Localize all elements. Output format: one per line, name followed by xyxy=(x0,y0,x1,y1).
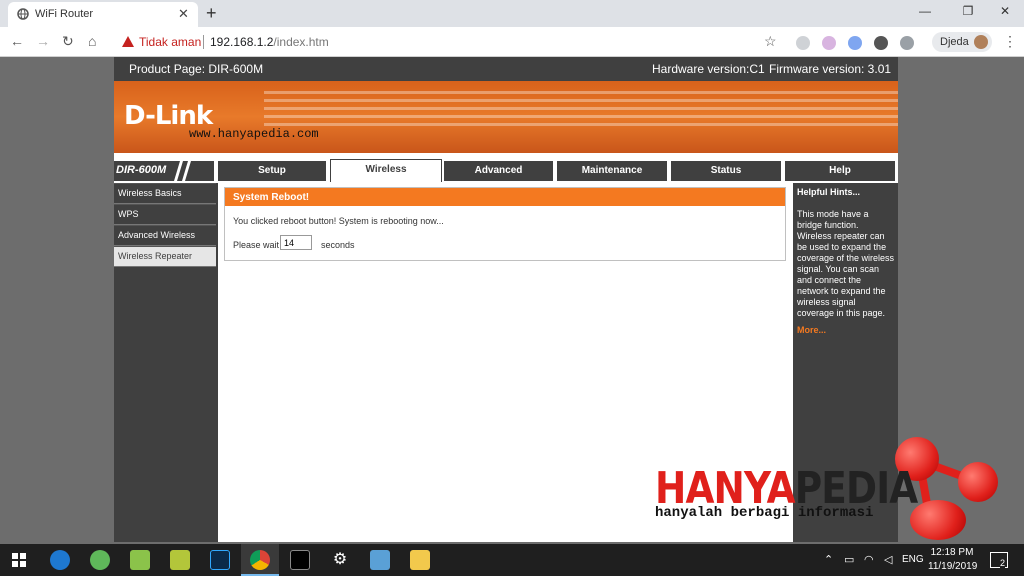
main-nav: DIR-600M Setup Wireless Advanced Mainten… xyxy=(114,153,898,183)
tab-wireless[interactable]: Wireless xyxy=(330,159,442,182)
maximize-button[interactable]: ❐ xyxy=(951,4,985,18)
nav-wireless-repeater[interactable]: Wireless Repeater xyxy=(114,246,216,267)
extension-icon[interactable] xyxy=(848,36,862,50)
clock-time[interactable]: 12:18 PM xyxy=(928,547,976,558)
url-text[interactable]: 192.168.1.2/index.htm xyxy=(210,35,329,49)
profile-name: Djeda xyxy=(940,36,969,48)
edge-icon[interactable] xyxy=(50,550,70,570)
avatar xyxy=(974,35,988,49)
android-icon[interactable] xyxy=(130,550,150,570)
countdown-field[interactable] xyxy=(280,235,312,250)
menu-kebab-icon[interactable]: ⋮ xyxy=(1003,33,1017,50)
watermark-url: www.hanyapedia.com xyxy=(189,127,319,141)
wifi-icon[interactable]: ◠ xyxy=(864,553,874,566)
extension-icon[interactable] xyxy=(796,36,810,50)
battery-icon[interactable]: ▭ xyxy=(844,553,854,566)
molecule-icon xyxy=(958,462,998,502)
close-window-button[interactable]: ✕ xyxy=(988,4,1022,18)
model-badge: DIR-600M xyxy=(114,161,214,181)
stripes-icon xyxy=(174,161,191,181)
taskbar: ⚙ ⌃ ▭ ◠ ◁ ENG 12:18 PM 11/19/2019 2 xyxy=(0,544,1024,576)
tab-maintenance[interactable]: Maintenance xyxy=(557,161,667,181)
chevron-up-icon[interactable]: ⌃ xyxy=(824,553,833,566)
hanyapedia-tagline: hanyalah berbagi informasi xyxy=(655,505,874,521)
folder-icon[interactable] xyxy=(410,550,430,570)
reboot-panel: System Reboot! You clicked reboot button… xyxy=(224,187,786,261)
browser-tab[interactable]: WiFi Router ✕ xyxy=(8,2,198,27)
firmware-version: Firmware version: 3.01 xyxy=(769,62,892,76)
app-icon[interactable] xyxy=(90,550,110,570)
nav-wps[interactable]: WPS xyxy=(114,204,216,225)
seconds-label: seconds xyxy=(321,240,355,250)
left-nav: Wireless Basics WPS Advanced Wireless Wi… xyxy=(114,183,218,542)
nav-advanced-wireless[interactable]: Advanced Wireless xyxy=(114,225,216,246)
globe-icon xyxy=(17,8,29,20)
minimize-button[interactable]: — xyxy=(908,4,942,18)
app-icon[interactable] xyxy=(370,550,390,570)
address-toolbar: ← → ↻ ⌂ Tidak aman 192.168.1.2/index.htm… xyxy=(0,27,1024,57)
gear-icon[interactable]: ⚙ xyxy=(330,550,350,570)
tab-status[interactable]: Status xyxy=(671,161,781,181)
wait-label: Please wait xyxy=(233,240,280,250)
clock-date[interactable]: 11/19/2019 xyxy=(928,561,977,572)
app-icon[interactable] xyxy=(170,550,190,570)
notification-count: 2 xyxy=(1000,558,1006,568)
reboot-message: You clicked reboot button! System is reb… xyxy=(233,216,444,226)
molecule-icon xyxy=(910,500,966,540)
security-label[interactable]: Tidak aman xyxy=(139,35,201,49)
new-tab-button[interactable]: + xyxy=(206,3,217,24)
tab-setup[interactable]: Setup xyxy=(218,161,326,181)
product-label: Product Page: DIR-600M xyxy=(129,62,264,76)
panel-title: System Reboot! xyxy=(233,192,310,203)
bookmark-star-icon[interactable]: ☆ xyxy=(764,33,777,50)
hints-body: This mode have a bridge function. Wirele… xyxy=(797,209,895,318)
profile-chip[interactable]: Djeda xyxy=(932,32,992,52)
browser-tab-strip: WiFi Router ✕ + — ❐ ✕ xyxy=(0,0,1024,27)
notification-icon[interactable] xyxy=(990,552,1008,568)
divider xyxy=(203,35,204,49)
more-link[interactable]: More... xyxy=(797,325,826,335)
close-tab-icon[interactable]: ✕ xyxy=(178,6,189,22)
nav-label: WPS xyxy=(118,209,139,219)
back-arrow-icon[interactable]: ← xyxy=(10,33,24,49)
extension-icon[interactable] xyxy=(874,36,888,50)
nav-label: Advanced Wireless xyxy=(118,230,196,240)
chrome-icon[interactable] xyxy=(250,550,270,570)
hints-title: Helpful Hints... xyxy=(797,187,860,197)
warning-icon xyxy=(122,36,134,47)
product-bar: Product Page: DIR-600M Hardware version:… xyxy=(114,57,898,81)
hardware-version: Hardware version:C1 xyxy=(652,62,765,76)
nav-label: Wireless Basics xyxy=(118,188,182,198)
model-label: DIR-600M xyxy=(116,164,167,176)
tab-help[interactable]: Help xyxy=(785,161,895,181)
extension-icon[interactable] xyxy=(822,36,836,50)
nav-wireless-basics[interactable]: Wireless Basics xyxy=(114,183,216,204)
extension-icon[interactable] xyxy=(900,36,914,50)
forward-arrow-icon[interactable]: → xyxy=(36,33,50,49)
volume-icon[interactable]: ◁ xyxy=(884,553,892,566)
tab-title: WiFi Router xyxy=(35,8,94,20)
tab-advanced[interactable]: Advanced xyxy=(444,161,553,181)
windows-start-icon[interactable] xyxy=(12,553,26,567)
terminal-icon[interactable] xyxy=(290,550,310,570)
url-path: /index.htm xyxy=(273,35,329,49)
photoshop-icon[interactable] xyxy=(210,550,230,570)
reload-icon[interactable]: ↻ xyxy=(62,33,74,50)
home-icon[interactable]: ⌂ xyxy=(88,33,96,49)
brand-banner: D-Link www.hanyapedia.com xyxy=(114,81,898,153)
panel-header: System Reboot! xyxy=(225,188,785,206)
language-indicator[interactable]: ENG xyxy=(902,554,924,565)
nav-label: Wireless Repeater xyxy=(118,251,193,261)
url-host: 192.168.1.2 xyxy=(210,35,274,49)
